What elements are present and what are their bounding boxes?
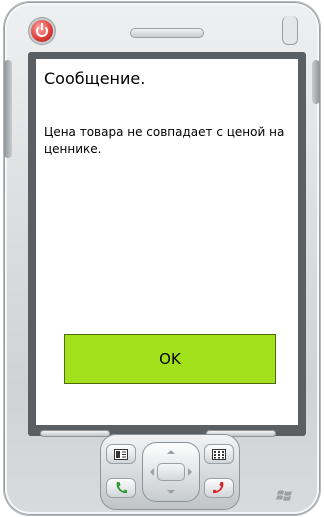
nav-down-arrow-icon	[167, 490, 175, 498]
ok-button[interactable]: OK	[64, 334, 276, 384]
calendar-key[interactable]	[106, 444, 136, 464]
pda-device: Сообщение. Цена товара не совпадает с це…	[4, 2, 320, 515]
windows-logo-icon	[276, 490, 292, 501]
end-call-icon	[213, 482, 224, 494]
side-button-left[interactable]	[4, 60, 12, 158]
navigation-pad[interactable]	[142, 442, 200, 502]
contacts-key[interactable]	[204, 444, 234, 464]
screen: Сообщение. Цена товара не совпадает с це…	[36, 59, 298, 425]
nav-up-arrow-icon	[167, 446, 175, 454]
nav-left-arrow-icon	[146, 468, 154, 476]
power-icon[interactable]	[31, 20, 53, 42]
call-key[interactable]	[106, 478, 136, 498]
dialog-message: Цена товара не совпадает с ценой на ценн…	[44, 125, 285, 156]
contacts-icon	[212, 448, 226, 460]
softkey-left[interactable]	[40, 430, 110, 437]
stylus-slot	[282, 16, 298, 45]
call-icon	[116, 482, 127, 494]
calendar-icon	[114, 448, 128, 460]
hardware-keypad	[100, 434, 240, 510]
speaker-grille	[130, 28, 204, 38]
nav-right-arrow-icon	[188, 468, 196, 476]
end-call-key[interactable]	[204, 478, 234, 498]
dialog-title: Сообщение.	[44, 69, 146, 88]
nav-center-button[interactable]	[157, 463, 185, 481]
side-button-right[interactable]	[312, 60, 320, 104]
